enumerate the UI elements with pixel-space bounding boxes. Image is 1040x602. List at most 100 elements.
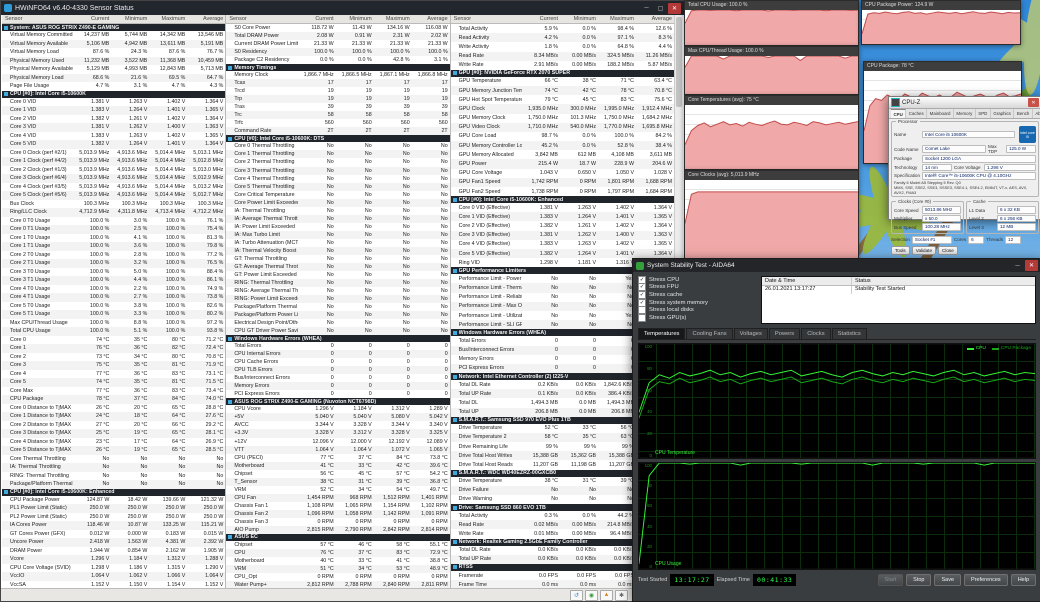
sensor-row[interactable]: IA: Average Thermal ThrottlingNoNoNoNo [226,215,449,223]
sensor-row[interactable]: Core 5 VID (Effective)1.382 V1.264 V1.40… [451,249,674,258]
sensor-row[interactable]: AVCC3.344 V3.328 V3.344 V3.340 V [226,421,449,429]
sensor-row[interactable]: Physical Memory Available5,129 MB4,993 M… [2,65,225,74]
sensor-row[interactable]: CPU76 °C37 °C83 °C72.9 °C [226,549,449,557]
sensor-row[interactable]: Motherboard41 °C33 °C42 °C39.6 °C [226,462,449,470]
cpuz-tab-memory[interactable]: Memory [954,109,976,118]
sensor-row[interactable]: Package/Platform Power Limit ExceededNoN… [226,311,449,319]
close-icon[interactable]: ✕ [1025,260,1038,271]
sensor-row[interactable]: Core 5 Distance to TjMAX26 °C19 °C65 °C2… [2,446,225,455]
sensor-row[interactable]: Core 4 VID1.383 V1.263 V1.402 V1.365 V [2,132,225,141]
sensor-row[interactable]: VRM51 °C34 °C53 °C48.9 °C [226,565,449,573]
sensor-row[interactable]: Chassis Fan 21,096 RPM1,058 RPM1,142 RPM… [226,510,449,518]
sensor-row[interactable]: Core 1 T1 Usage100.0 %3.6 %100.0 %79.8 % [2,242,225,251]
sensor-row[interactable]: Memory Clock1,866.7 MHz1,866.5 MHz1,867.… [226,71,449,79]
cpuz-tools-button[interactable]: Tools [891,246,910,255]
sensor-row[interactable]: +3.3V3.328 V3.312 V3.328 V3.325 V [226,429,449,437]
column-header-value[interactable]: Average [412,15,450,23]
sensor-row[interactable]: Core 574 °C35 °C81 °C71.5 °C [2,378,225,387]
graph-window-title[interactable]: CPU Package Power: 124.9 W [862,1,1020,10]
checkbox-icon[interactable] [638,314,646,322]
sensor-row[interactable]: CPU Cache Errors0000 [226,358,449,366]
sensor-row[interactable]: Core 2 Clock (perf #1/3)5,013.9 MHz4,913… [2,166,225,175]
settings-gear-icon[interactable]: ✱ [615,590,628,601]
sensor-row[interactable]: Total DRAM Power2.08 W0.91 W2.31 W2.02 W [226,32,449,40]
sensor-row[interactable]: S0 Core Power118.72 W11.43 W134.16 W116.… [226,24,449,32]
graph-window-title[interactable]: Core Clocks (avg): 5,013.9 MHz [685,171,858,180]
sensor-row[interactable]: CPU Core Voltage (SVID)1.298 V1.186 V1.3… [2,564,225,573]
sensor-row[interactable]: +5V5.040 V5.040 V5.080 V5.042 V [226,413,449,421]
sensor-row[interactable]: Core 5 VID1.382 V1.264 V1.401 V1.364 V [2,140,225,149]
sensor-row[interactable]: Core 1 Distance to TjMAX24 °C18 °C64 °C2… [2,412,225,421]
column-header-value[interactable]: Maximum [374,15,412,23]
sensor-row[interactable]: Chassis Fan 11,108 RPM1,065 RPM1,154 RPM… [226,502,449,510]
sensor-row[interactable]: Core 2 T1 Usage100.0 %3.2 %100.0 %76.5 % [2,259,225,268]
sensor-row[interactable]: PL2 Power Limit (Static)250.0 W250.0 W25… [2,513,225,522]
sensor-row[interactable]: Core 2 T0 Usage100.0 %2.8 %100.0 %77.2 % [2,251,225,260]
sensor-row[interactable]: Core 2 Thermal ThrottlingNoNoNoNo [226,158,449,166]
cpuz-tab-bench[interactable]: Bench [1014,109,1032,118]
sensor-row[interactable]: Total Activity5.9 %0.0 %98.4 %12.6 % [451,24,674,33]
sensor-row[interactable]: GPU Temperature66 °C38 °C71 °C63.4 °C [451,77,674,86]
sensor-row[interactable]: CPU Package78 °C37 °C84 °C74.0 °C [2,395,225,404]
sensor-row[interactable]: +12V12.096 V12.000 V12.192 V12.089 V [226,438,449,446]
cpuz-tab-graphics[interactable]: Graphics [991,109,1015,118]
sensor-row[interactable]: VTT1.064 V1.064 V1.072 V1.065 V [226,446,449,454]
sensor-row[interactable]: IA: Power Limit ExceededNoNoNoNo [226,223,449,231]
column-header-value[interactable]: Maximum [598,15,636,23]
sensor-row[interactable]: Core 4 Thermal ThrottlingNoNoNoNo [226,175,449,183]
column-header-value[interactable]: Current [522,15,560,23]
column-header-sensor[interactable]: Sensor [2,15,73,23]
sensor-row[interactable]: GPU Memory Controller Load45.2 %0.0 %52.… [451,141,674,150]
sensor-row[interactable]: RING: Average Thermal ThrottlingNoNoNoNo [226,287,449,295]
stress-option-stress-local-disks[interactable]: Stress local disks [638,306,756,314]
aida-tab-temperatures[interactable]: Temperatures [638,328,685,339]
cpuz-tab-cpu[interactable]: CPU [891,109,906,118]
sensor-row[interactable]: Core 4 T1 Usage100.0 %2.7 %100.0 %73.8 % [2,293,225,302]
sensor-row[interactable]: Core 4 T0 Usage100.0 %2.2 %100.0 %74.9 % [2,285,225,294]
sensor-row[interactable]: Tras39393939 [226,103,449,111]
graph-icon[interactable]: ▲ [600,590,613,601]
sensor-row[interactable]: Package/Platform Thermal ThrottlingNoNoN… [226,303,449,311]
aida64-titlebar[interactable]: System Stability Test - AIDA64 ─ ✕ [633,259,1040,272]
sensor-row[interactable]: IA: Thermal ThrottlingNoNoNoNo [226,207,449,215]
sensor-row[interactable]: Write Rate2.91 MB/s0.00 MB/s188.2 MB/s5.… [451,61,674,70]
sensor-row[interactable]: Core 3 VID (Effective)1.381 V1.262 V1.40… [451,231,674,240]
sensor-row[interactable]: Core Max77 °C36 °C83 °C73.4 °C [2,387,225,396]
column-header-value[interactable]: Current [73,15,111,23]
sensor-row[interactable]: Virtual Memory Load87.6 %24.3 %87.6 %76.… [2,48,225,57]
cpuz-tab-mainboard[interactable]: Mainboard [927,109,954,118]
sensor-section-header[interactable]: CPU [#0]: Intel Core i5-10600K [2,91,225,98]
graph-window-title[interactable]: CPU Package: 78 °C [864,62,1021,71]
sensor-row[interactable]: Trp19191919 [226,95,449,103]
cpuz-close-button[interactable]: Close [938,246,958,255]
sensor-section-header[interactable]: Memory Timings [226,64,449,71]
sensor-row[interactable]: Core 273 °C34 °C80 °C70.8 °C [2,353,225,362]
sensor-row[interactable]: PCI Express Errors0000 [226,390,449,398]
sensor-row[interactable]: Core Critical TemperatureNoNoNoNo [226,191,449,199]
screenshot-camera-icon[interactable]: ◉ [585,590,598,601]
aida-tab-voltages[interactable]: Voltages [734,328,768,339]
sensor-section-header[interactable]: ASUS EC [226,534,449,541]
sensor-row[interactable]: Core 3 Distance to TjMAX25 °C19 °C65 °C2… [2,429,225,438]
sensor-row[interactable]: Core 0 Distance to TjMAX26 °C20 °C65 °C2… [2,404,225,413]
aida-tab-statistics[interactable]: Statistics [832,328,867,339]
sensor-row[interactable]: Read Rate8.34 MB/s0.00 MB/s324.5 MB/s11.… [451,52,674,61]
sensor-row[interactable]: CPU TLB Errors0000 [226,366,449,374]
stress-option-stress-gpu-s-[interactable]: Stress GPU(s) [638,314,756,322]
aida-stop-button[interactable]: Stop [906,574,931,586]
sensor-row[interactable]: IA: Turbo Attenuation (MCT)NoNoNoNo [226,239,449,247]
sensor-row[interactable]: Core Power Limit ExceededNoNoNoNo [226,199,449,207]
sensor-row[interactable]: VccIO1.064 V1.062 V1.066 V1.064 V [2,572,225,581]
sensor-row[interactable]: Physical Memory Used11,232 MB3,522 MB11,… [2,57,225,66]
sensor-row[interactable]: Trfc560560560560 [226,119,449,127]
sensor-row[interactable]: Core 0 VID (Effective)1.381 V1.263 V1.40… [451,203,674,212]
sensor-row[interactable]: Trc58585858 [226,111,449,119]
minimize-icon[interactable]: ─ [640,3,653,14]
sensor-row[interactable]: GPU Fan1 Speed1,742 RPM0 RPM1,801 RPM1,6… [451,178,674,187]
sensor-row[interactable]: Core 5 Thermal ThrottlingNoNoNoNo [226,183,449,191]
log-row[interactable]: 26.01.2021 13:17:27Stability Test Starte… [762,286,1035,294]
graph-window-title[interactable]: Core Temperatures (avg): 75 °C [685,96,858,105]
sensor-row[interactable]: GPU Clock1,935.0 MHz300.0 MHz1,995.0 MHz… [451,104,674,113]
sensor-row[interactable]: Core 2 VID (Effective)1.382 V1.261 V1.40… [451,221,674,230]
sensor-row[interactable]: Total Errors0000 [226,342,449,350]
